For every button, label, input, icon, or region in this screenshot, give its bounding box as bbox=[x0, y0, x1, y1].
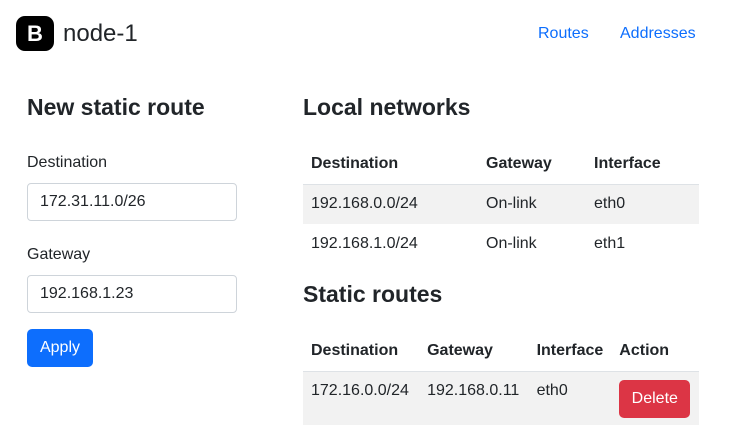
nav-link-addresses[interactable]: Addresses bbox=[620, 24, 696, 44]
local-networks-title: Local networks bbox=[303, 94, 471, 120]
column-header-gateway: Gateway bbox=[419, 331, 529, 372]
column-header-interface: Interface bbox=[528, 331, 612, 372]
destination-input[interactable] bbox=[27, 183, 237, 221]
table-row: 192.168.1.0/24 On-link eth1 bbox=[303, 224, 699, 264]
gateway-label: Gateway bbox=[27, 246, 91, 263]
brand-name[interactable]: node-1 bbox=[63, 20, 138, 48]
destination-label: Destination bbox=[27, 154, 108, 171]
cell-interface: eth1 bbox=[594, 235, 626, 252]
navbar: B node-1 Routes Addresses bbox=[0, 0, 746, 68]
cell-destination: 172.16.0.0/24 bbox=[303, 371, 420, 425]
static-routes-title: Static routes bbox=[303, 281, 443, 307]
column-header-destination: Destination bbox=[303, 331, 420, 372]
form-title: New static route bbox=[27, 94, 205, 120]
cell-interface: eth0 bbox=[586, 184, 699, 224]
local-networks-table: Destination Gateway Interface 192.168.0.… bbox=[303, 144, 699, 264]
table-row: 192.168.0.0/24 On-link eth0 bbox=[303, 184, 699, 224]
column-header-interface: Interface bbox=[586, 144, 699, 185]
nav-link-routes[interactable]: Routes bbox=[538, 24, 589, 44]
cell-interface: eth0 bbox=[528, 371, 612, 425]
cell-gateway: On-link bbox=[478, 184, 586, 224]
cell-gateway: On-link bbox=[486, 235, 537, 252]
gateway-input[interactable] bbox=[27, 275, 237, 313]
table-header-row: Destination Gateway Interface Action bbox=[303, 331, 699, 372]
static-routes-table: Destination Gateway Interface Action 172… bbox=[303, 331, 699, 425]
delete-route-button[interactable]: Delete bbox=[619, 379, 691, 418]
cell-gateway: 192.168.0.11 bbox=[419, 371, 529, 425]
apply-button[interactable]: Apply bbox=[27, 329, 93, 367]
cell-destination: 192.168.0.0/24 bbox=[303, 184, 478, 224]
column-header-gateway: Gateway bbox=[478, 144, 586, 185]
column-header-action: Action bbox=[611, 331, 699, 372]
column-header-destination: Destination bbox=[303, 144, 478, 185]
cell-destination: 192.168.1.0/24 bbox=[311, 235, 418, 252]
cell-action: Delete bbox=[611, 371, 699, 425]
table-header-row: Destination Gateway Interface bbox=[303, 144, 699, 185]
brand-logo-icon[interactable]: B bbox=[16, 16, 54, 51]
table-row: 172.16.0.0/24 192.168.0.11 eth0 Delete bbox=[303, 371, 699, 425]
